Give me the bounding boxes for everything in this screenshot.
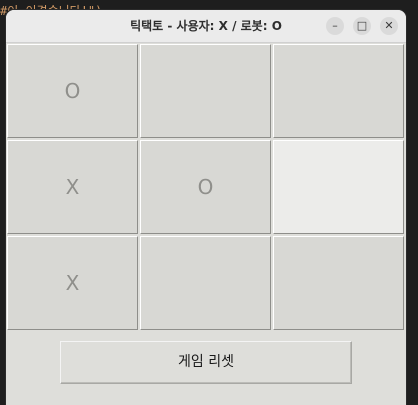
board-cell-7[interactable] — [140, 236, 271, 330]
window-title: 틱택토 - 사용자: X / 로봇: O — [130, 19, 282, 33]
board-cell-5[interactable] — [273, 140, 404, 234]
minimize-button[interactable]: – — [326, 17, 344, 35]
maximize-button[interactable]: □ — [353, 17, 371, 35]
board-cell-3[interactable]: X — [7, 140, 138, 234]
board-cell-4[interactable]: O — [140, 140, 271, 234]
maximize-icon: □ — [356, 19, 368, 32]
board-cell-6[interactable]: X — [7, 236, 138, 330]
close-icon: ✕ — [384, 19, 394, 32]
app-window: 틱택토 - 사용자: X / 로봇: O – □ ✕ O X O X 게임 리셋 — [6, 10, 406, 405]
board-cell-8[interactable] — [273, 236, 404, 330]
board-cell-1[interactable] — [140, 44, 271, 138]
game-board: O X O X — [7, 44, 406, 332]
board-cell-2[interactable] — [273, 44, 404, 138]
title-bar[interactable]: 틱택토 - 사용자: X / 로봇: O – □ ✕ — [6, 10, 406, 43]
close-button[interactable]: ✕ — [380, 17, 398, 35]
board-cell-0[interactable]: O — [7, 44, 138, 138]
minimize-icon: – — [332, 19, 338, 32]
reset-game-button[interactable]: 게임 리셋 — [60, 341, 352, 384]
